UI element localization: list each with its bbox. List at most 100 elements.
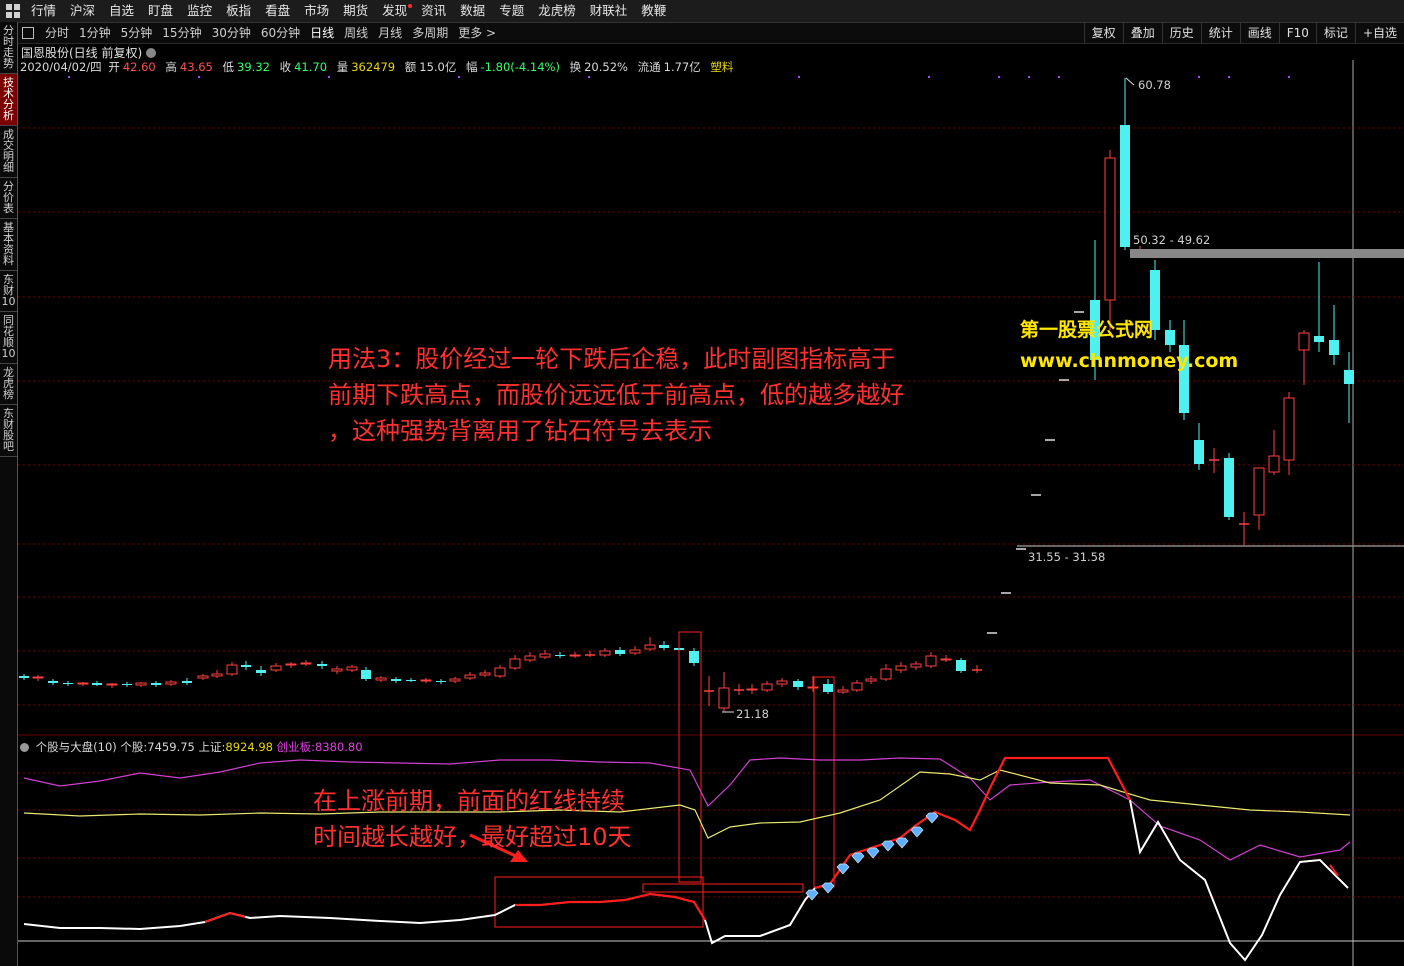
indicator-stock-value: 7459.75 (147, 740, 195, 754)
indicator-name[interactable]: 个股与大盘(10) (36, 740, 117, 754)
low-price-label: 21.18 (736, 707, 769, 721)
candle-body-19 (300, 662, 312, 665)
candle-body-6 (106, 683, 118, 686)
candle-body-42 (644, 644, 656, 650)
candle-body-73 (1104, 157, 1116, 301)
candle-body-3 (63, 683, 73, 684)
highlight-box-1 (678, 631, 702, 883)
candle-body-9 (151, 683, 161, 685)
candle-body-77 (1165, 330, 1175, 345)
candle-body-35 (539, 653, 551, 658)
marker-dot-3 (458, 76, 460, 78)
candle-body-41 (629, 649, 641, 654)
candle-body-28 (436, 681, 446, 682)
candle-body-79 (1194, 440, 1204, 464)
candle-body-26 (406, 680, 416, 681)
candle-body-10 (165, 681, 177, 685)
watermark-cn: 第一股票公式网 (1020, 319, 1154, 341)
candle-body-62 (940, 658, 952, 661)
strong-line-seg2 (515, 892, 706, 921)
diamond-icon-6 (895, 837, 909, 849)
candle-body-55 (837, 689, 849, 693)
stock-line-seg3 (1129, 799, 1349, 962)
candle-body-45 (689, 651, 699, 663)
candle-body-63 (956, 660, 966, 671)
marker-dot-2 (328, 76, 330, 78)
indicator-menu-icon[interactable] (20, 743, 29, 752)
candle-body-4 (77, 682, 89, 685)
candle-body-30 (464, 674, 476, 679)
indicator-sh-label: 上证: (198, 740, 226, 754)
level-box (642, 883, 804, 893)
candle-body-15 (241, 665, 251, 667)
note1-line3: ，这种强势背离用了钻石符号去表示 (328, 417, 712, 445)
candle-body-14 (226, 664, 238, 675)
candle-body-49 (746, 688, 758, 691)
candle-body-89 (1344, 370, 1354, 384)
diamond-icon-5 (881, 840, 895, 852)
cyb-line (23, 757, 1351, 861)
candle-body-21 (331, 668, 343, 672)
candle-body-58 (880, 668, 892, 680)
candle-body-24 (375, 677, 387, 681)
diamond-icon-3 (851, 852, 865, 864)
red-line-note: 在上涨前期，前面的红线持续 时间越长越好，最好超过10天 (313, 783, 632, 855)
note2-line2: 时间越长越好，最好超过10天 (313, 823, 632, 851)
band-upper-label: 50.32 - 49.62 (1133, 233, 1211, 247)
candle-body-83 (1253, 467, 1265, 516)
candle-body-54 (823, 684, 833, 692)
candle-body-56 (851, 682, 863, 691)
diamond-icon-4 (866, 847, 880, 859)
candle-body-33 (509, 658, 521, 669)
candle-body-61 (925, 655, 937, 667)
candle-body-74 (1120, 125, 1130, 247)
marker-dot-8 (1028, 76, 1030, 78)
usage-note-3: 用法3：股价经过一轮下跌后企稳，此时副图指标高于 前期下跌高点，而股价远远低于前… (328, 341, 904, 449)
band-lower-label: 31.55 - 31.58 (1028, 550, 1106, 564)
marker-dot-4 (588, 76, 590, 78)
marker-dot-5 (798, 76, 800, 78)
candle-body-39 (599, 650, 611, 656)
candle-body-22 (346, 666, 358, 671)
candle-body-36 (555, 655, 565, 656)
candle-body-37 (569, 654, 581, 657)
stock-line-seg2 (704, 887, 816, 945)
indicator-sh-value: 8924.98 (225, 740, 273, 754)
note1-line2: 前期下跌高点，而股价远远低于前高点，低的越多越好 (328, 381, 904, 409)
indicator-cyb-value: 8380.80 (314, 740, 363, 754)
sh-line (23, 769, 1351, 839)
candle-body-51 (776, 680, 788, 685)
candle-body-5 (92, 683, 102, 685)
stock-line-seg1 (23, 904, 540, 931)
candle-body-60 (910, 663, 922, 668)
candle-body-7 (122, 684, 132, 685)
marker-dot-1 (198, 76, 200, 78)
candle-body-34 (524, 655, 536, 661)
candle-body-27 (420, 679, 432, 682)
indicator-cyb-label: 创业板: (276, 740, 315, 754)
watermark-url: www.chnmoney.com (1020, 350, 1239, 372)
note1-line1: 用法3：股价经过一轮下跌后企稳，此时副图指标高于 (328, 345, 896, 373)
candle-body-47 (718, 687, 730, 709)
candle-body-0 (19, 676, 29, 678)
candle-body-17 (270, 665, 282, 671)
candle-body-20 (317, 664, 327, 666)
candle-body-1 (32, 676, 44, 679)
candle-body-88 (1329, 340, 1339, 355)
candle-body-18 (285, 663, 297, 666)
indicator-stock-label: 个股: (120, 740, 148, 754)
marker-dot-0 (68, 76, 70, 78)
candle-body-85 (1283, 397, 1295, 461)
candle-body-53 (807, 686, 819, 689)
marker-dot-11 (1228, 76, 1230, 78)
candle-body-52 (793, 681, 803, 687)
indicator-title: 个股与大盘(10) 个股:7459.75 上证:8924.98 创业板:8380… (20, 739, 363, 755)
candle-body-8 (135, 682, 147, 686)
resistance-band (1130, 249, 1404, 258)
marker-dot-10 (1198, 76, 1200, 78)
diamond-icon-0 (805, 889, 819, 901)
candle-body-25 (391, 679, 401, 681)
candle-body-43 (659, 645, 669, 648)
diamond-icon-8 (925, 812, 939, 824)
kline-chart[interactable] (0, 0, 1404, 966)
